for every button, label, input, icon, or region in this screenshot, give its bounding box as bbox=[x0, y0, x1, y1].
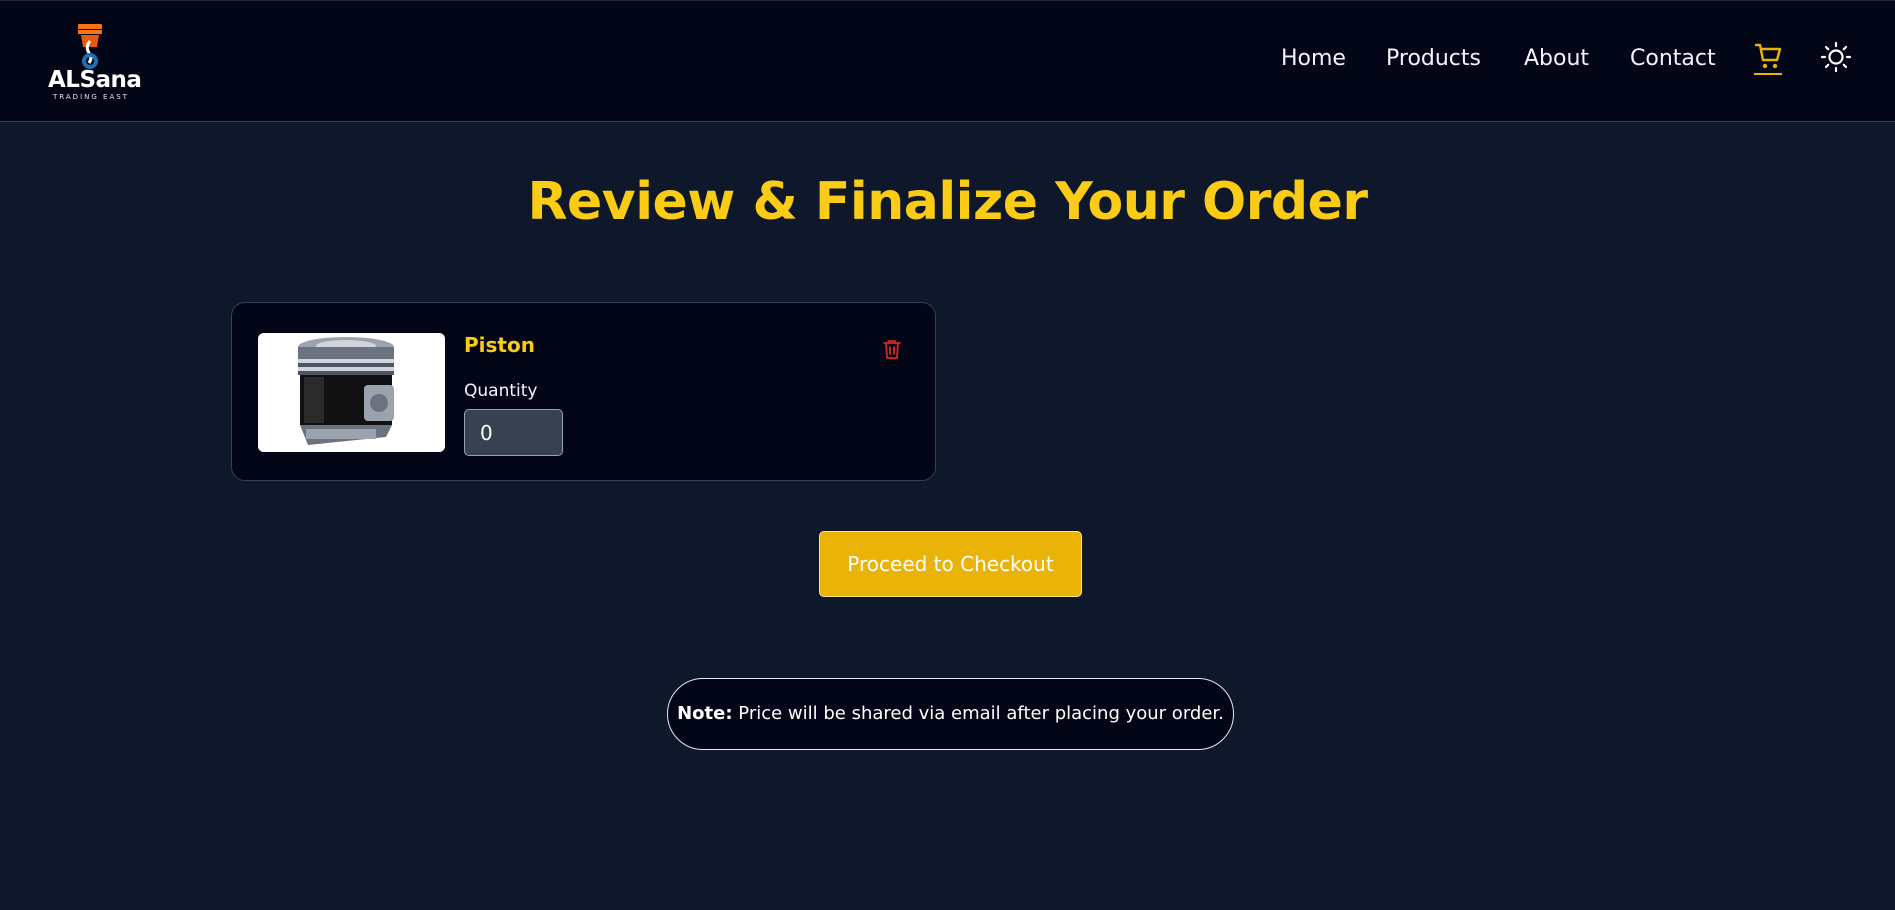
note-label: Note: bbox=[677, 703, 733, 724]
cart-icon bbox=[1754, 43, 1782, 69]
nav-home[interactable]: Home bbox=[1281, 41, 1346, 77]
theme-toggle-button[interactable] bbox=[1820, 41, 1852, 73]
piston-product-icon bbox=[258, 333, 445, 452]
quantity-label: Quantity bbox=[464, 381, 538, 401]
logo-subtitle: TRADING EAST bbox=[53, 93, 129, 101]
site-header: ALSana TRADING EAST Home Products About … bbox=[0, 0, 1895, 122]
delete-item-button[interactable] bbox=[880, 337, 904, 361]
quantity-input[interactable] bbox=[464, 409, 563, 456]
note-text: Price will be shared via email after pla… bbox=[732, 703, 1224, 724]
price-note: Note: Price will be shared via email aft… bbox=[667, 678, 1234, 750]
cart-button[interactable] bbox=[1754, 41, 1782, 75]
trash-icon bbox=[883, 340, 901, 359]
logo[interactable]: ALSana TRADING EAST bbox=[48, 23, 142, 103]
sun-icon bbox=[1820, 41, 1852, 73]
proceed-to-checkout-button[interactable]: Proceed to Checkout bbox=[819, 531, 1082, 597]
product-name[interactable]: Piston bbox=[464, 333, 535, 357]
nav-products[interactable]: Products bbox=[1386, 41, 1481, 77]
nav-contact[interactable]: Contact bbox=[1630, 41, 1716, 77]
piston-logo-icon bbox=[78, 24, 102, 69]
logo-title: ALSana bbox=[48, 67, 142, 93]
cart-active-underline bbox=[1754, 73, 1782, 75]
nav-about[interactable]: About bbox=[1524, 41, 1589, 77]
page-title: Review & Finalize Your Order bbox=[527, 172, 1369, 232]
product-image bbox=[258, 333, 445, 452]
cart-item-card: Piston Quantity bbox=[231, 302, 936, 481]
